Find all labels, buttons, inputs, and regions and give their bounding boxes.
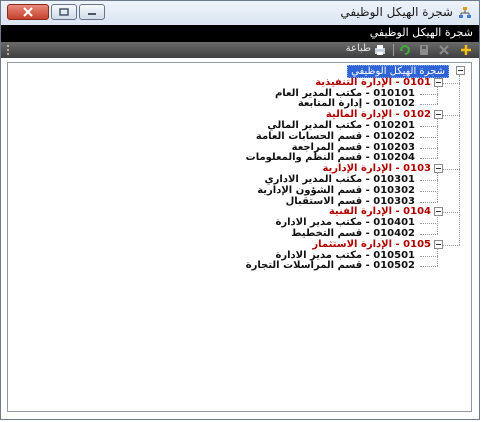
close-window-button[interactable] <box>7 4 49 20</box>
department-collapse-toggle[interactable] <box>434 207 443 217</box>
tree-panel: شجرة الهيكل الوظيفي 0101 - الإدارة التنفي… <box>7 62 472 412</box>
refresh-icon[interactable] <box>398 43 412 57</box>
root-collapse-toggle[interactable] <box>456 66 465 75</box>
tree-connector <box>459 74 460 245</box>
tree-connector <box>437 215 438 234</box>
tree-connector <box>420 180 438 181</box>
tree-connector <box>442 82 460 84</box>
header-title: شجرة الهيكل الوظيفي <box>369 26 473 39</box>
tree-connector <box>442 244 460 246</box>
department-collapse-toggle[interactable] <box>434 77 443 87</box>
tree-connector <box>437 172 438 202</box>
org-tree-icon <box>459 7 471 18</box>
tree-item-node[interactable]: 010501 - مكتب مدير الادارة <box>275 250 415 261</box>
tree-connector <box>420 93 438 95</box>
tree-connector <box>420 158 438 160</box>
plus-icon[interactable] <box>459 43 473 57</box>
maximize-icon <box>59 8 69 16</box>
tree-department-node[interactable]: 0102 - الإدارة المالية <box>326 109 431 120</box>
tree-connector <box>420 201 438 203</box>
grip-icon <box>7 45 9 55</box>
tree-department-node[interactable]: 0104 - الإدارة الفنية <box>329 206 431 217</box>
tree-connector <box>420 255 438 257</box>
printer-icon[interactable] <box>373 43 387 57</box>
tree-item-node[interactable]: 010402 - قسم التخطيط <box>291 228 415 239</box>
minimize-window-button[interactable] <box>79 4 105 20</box>
tree-item-node[interactable]: 010202 - قسم الحسابات العامة <box>256 131 415 142</box>
tree-connector <box>437 247 438 267</box>
toolbar-separator <box>393 44 394 56</box>
disk-icon[interactable] <box>417 43 431 57</box>
tree-item-node[interactable]: 010204 - قسم النظم والمعلومات <box>246 152 415 163</box>
tree-item-node[interactable]: 010401 - مكتب مدير الادارة <box>275 217 415 228</box>
tree-connector <box>442 169 460 171</box>
tree-item-node[interactable]: 010101 - مكتب المدير العام <box>275 88 415 99</box>
tree-item-node[interactable]: 010502 - قسم المراسلات التجارة <box>246 260 415 271</box>
tree-connector <box>420 190 438 192</box>
tree-connector <box>420 126 438 127</box>
print-label[interactable]: طباعة <box>346 43 371 54</box>
tree-connector <box>442 212 460 214</box>
window-title: شجرة الهيكل الوظيفي <box>340 5 453 19</box>
main-window: شجرة الهيكل الوظيفي شجرة الهيكل الوظيفي <box>0 0 480 420</box>
tree-connector <box>420 104 438 106</box>
tree-department-node[interactable]: 0103 - الإدارة الإدارية <box>322 163 431 174</box>
tree-connector <box>437 85 438 105</box>
tree-connector <box>437 118 438 159</box>
tree-connector <box>420 147 438 149</box>
tree-item-node[interactable]: 010102 - إدارة المتابعة <box>298 98 415 109</box>
tree-department-node[interactable]: 0101 - الإدارة التنفيذية <box>315 77 431 88</box>
tree-connector <box>420 234 438 235</box>
department-collapse-toggle[interactable] <box>434 164 443 174</box>
title-bar: شجرة الهيكل الوظيفي <box>1 1 479 25</box>
tree-item-node[interactable]: 010302 - قسم الشؤون الإدارية <box>257 185 415 196</box>
minimize-icon <box>88 13 96 15</box>
toolbar: طباعة <box>1 42 479 58</box>
department-collapse-toggle[interactable] <box>434 239 443 249</box>
maximize-window-button[interactable] <box>51 4 77 20</box>
close-icon[interactable] <box>437 43 451 57</box>
header-bar: شجرة الهيكل الوظيفي <box>1 25 479 42</box>
tree-connector <box>420 223 438 225</box>
tree-connector <box>420 136 438 138</box>
tree-item-node[interactable]: 010301 - مكتب المدير الاداري <box>265 174 416 185</box>
tree-department-node[interactable]: 0105 - الإدارة الاستثمار <box>312 239 431 250</box>
tree-item-node[interactable]: 010303 - قسم الاستقبال <box>286 196 415 207</box>
tree-item-node[interactable]: 010203 - قسم المراجعة <box>292 142 415 153</box>
close-icon <box>23 7 33 17</box>
tree-connector <box>442 115 460 117</box>
tree-connector <box>420 266 438 268</box>
tree-item-node[interactable]: 010201 - مكتب المدير المالي <box>267 120 415 131</box>
department-collapse-toggle[interactable] <box>434 110 443 120</box>
